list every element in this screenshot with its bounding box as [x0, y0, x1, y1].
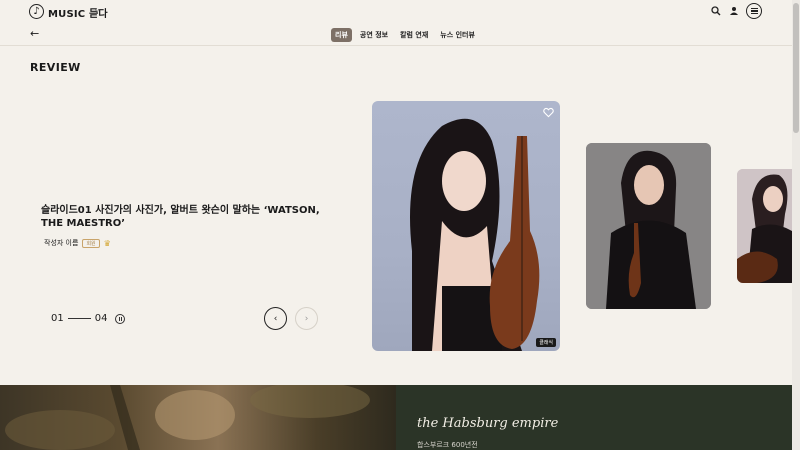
tab-column-series[interactable]: 칼럼 연재: [396, 28, 432, 42]
search-icon[interactable]: [711, 6, 721, 16]
crown-icon: ♛: [103, 238, 111, 248]
tab-review[interactable]: 리뷰: [331, 28, 352, 42]
scrollbar-thumb[interactable]: [793, 3, 799, 133]
category-tag: 클래식: [536, 338, 556, 347]
pager-divider: [67, 318, 91, 319]
author-line: 작성자 이름 회원 ♛: [44, 238, 111, 248]
tab-news-interview[interactable]: 뉴스 인터뷰: [436, 28, 479, 42]
musician-photo-small: [737, 169, 797, 283]
menu-button[interactable]: [746, 3, 762, 19]
page-title: REVIEW: [30, 61, 81, 74]
category-tabs: 리뷰 공연 정보 칼럼 연재 뉴스 인터뷰: [331, 28, 479, 42]
author-name: 작성자 이름: [44, 239, 79, 247]
feature-banner-image[interactable]: [0, 382, 396, 450]
slide-card-third[interactable]: [737, 169, 797, 283]
next-slide-button[interactable]: ›: [295, 307, 318, 330]
chevron-down-icon[interactable]: v: [95, 7, 99, 15]
slide-card-next[interactable]: [586, 143, 711, 309]
violinist-photo: [410, 118, 540, 351]
musician-photo: [586, 143, 711, 309]
music-logo-icon[interactable]: ♪: [29, 4, 44, 19]
member-badge: 회원: [82, 238, 100, 248]
heart-icon[interactable]: [543, 107, 554, 118]
painting-image: [5, 382, 370, 450]
user-icon[interactable]: [729, 6, 739, 16]
prev-slide-button[interactable]: ‹: [264, 307, 287, 330]
pause-icon[interactable]: [115, 313, 126, 324]
slide-card-main[interactable]: 클래식: [372, 101, 560, 351]
slide-title[interactable]: 슬라이드01 사진가의 사진가, 알버트 왓슨이 말하는 ‘WATSON, TH…: [41, 204, 341, 230]
pager-total: 04: [94, 313, 108, 324]
feature-heading[interactable]: the Habsburg empire: [417, 416, 558, 431]
back-arrow-icon[interactable]: ←: [30, 27, 39, 40]
pager-current: 01: [51, 313, 64, 324]
slide-pager: 01 04: [51, 313, 126, 324]
feature-subheading: 합스부르크 600년전: [417, 441, 478, 449]
tab-performance-info[interactable]: 공연 정보: [356, 28, 392, 42]
